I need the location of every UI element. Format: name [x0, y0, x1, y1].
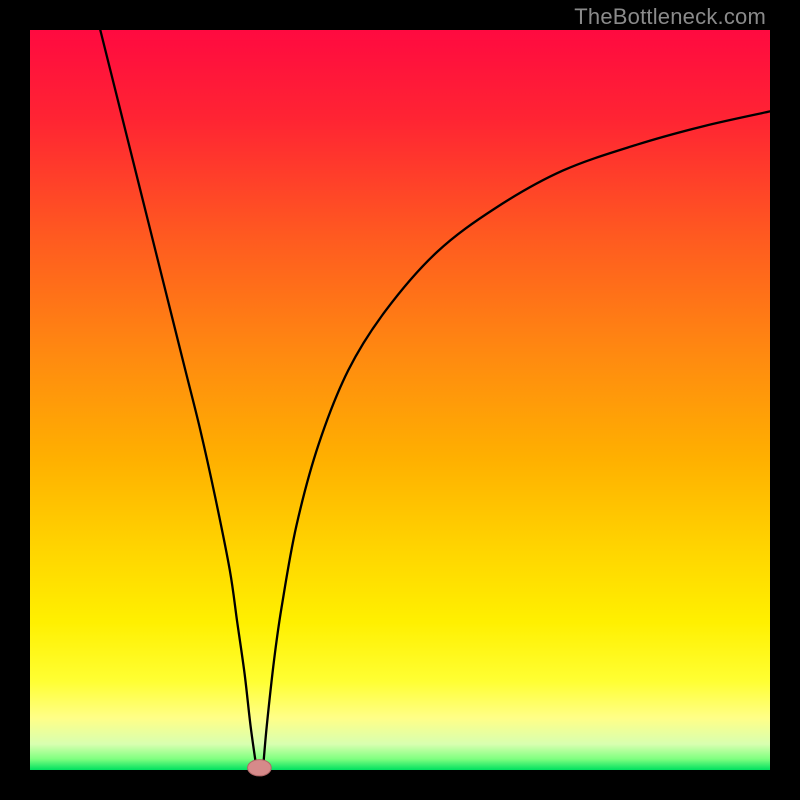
- curve-layer: [30, 30, 770, 770]
- chart-frame: TheBottleneck.com: [0, 0, 800, 800]
- watermark-label: TheBottleneck.com: [574, 4, 766, 30]
- bottleneck-curve-left: [100, 30, 256, 768]
- minimum-marker: [248, 760, 272, 776]
- plot-area: [30, 30, 770, 770]
- bottleneck-curve-right: [263, 111, 770, 767]
